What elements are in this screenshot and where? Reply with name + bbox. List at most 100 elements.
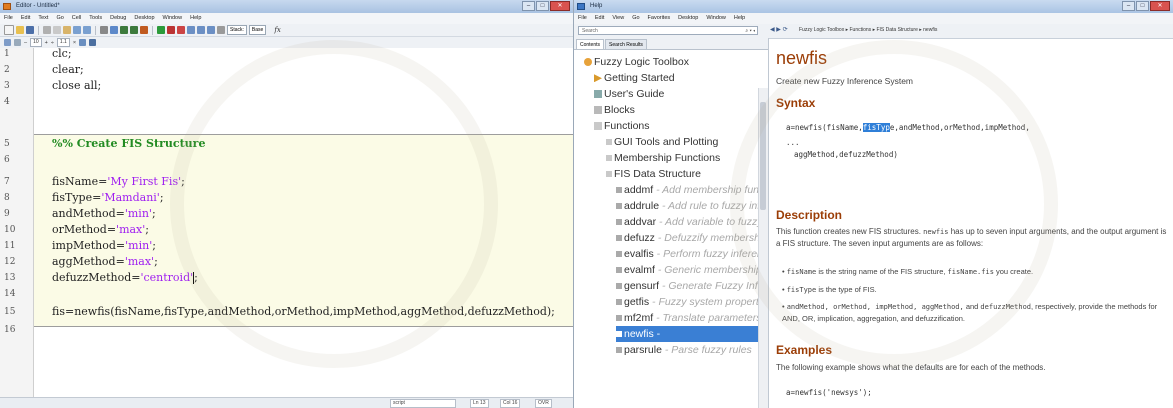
search-icon[interactable]: ⌕ ▾ ◂: [745, 27, 755, 36]
menu-file[interactable]: File: [4, 13, 13, 24]
page-icon: [606, 139, 612, 146]
overwrite-field: OVR: [535, 399, 552, 408]
forward-icon[interactable]: ▶: [776, 27, 781, 33]
refresh-icon[interactable]: ⟳: [783, 27, 788, 33]
tree-item[interactable]: parsrule - Parse fuzzy rules: [616, 342, 752, 358]
tree-item[interactable]: evalfis - Perform fuzzy inference cal: [616, 246, 768, 262]
minimize-button[interactable]: –: [1122, 1, 1135, 11]
fx-icon[interactable]: fx: [274, 26, 281, 34]
menu-desktop[interactable]: Desktop: [678, 13, 698, 24]
menu-go[interactable]: Go: [56, 13, 63, 24]
menu-window[interactable]: Window: [163, 13, 183, 24]
menu-favorites[interactable]: Favorites: [648, 13, 671, 24]
help-icon: [577, 3, 585, 10]
editor-menubar: File Edit Text Go Cell Tools Debug Deskt…: [0, 13, 573, 24]
open-folder-icon[interactable]: [16, 26, 24, 34]
save-icon[interactable]: [26, 26, 34, 34]
back-icon[interactable]: ◀: [770, 27, 775, 33]
play-icon: [594, 74, 602, 83]
tree-item[interactable]: gensurf - Generate Fuzzy Inference: [616, 278, 768, 294]
copy-icon[interactable]: [53, 26, 61, 34]
cell-eval-icon[interactable]: [14, 39, 21, 46]
step-in-icon[interactable]: [197, 26, 205, 34]
tree-item[interactable]: FIS Data Structure: [606, 166, 701, 182]
column-number-field: Col 16: [500, 399, 521, 408]
list-item: • fisType is the type of FIS.: [782, 285, 877, 294]
run-icon[interactable]: [157, 26, 165, 34]
tree-item[interactable]: Membership Functions: [606, 150, 720, 166]
minimize-button[interactable]: –: [522, 1, 535, 11]
tree-item[interactable]: Blocks: [594, 102, 635, 118]
tree-item[interactable]: Fuzzy Logic Toolbox: [584, 54, 689, 70]
menu-text[interactable]: Text: [38, 13, 48, 24]
tree-item[interactable]: mf2mf - Translate parameters betwe: [616, 310, 768, 326]
scrollbar-thumb[interactable]: [760, 102, 766, 210]
cell-divider: [34, 326, 573, 327]
tree-item[interactable]: addvar - Add variable to fuzzy infer: [616, 214, 768, 230]
tree-item[interactable]: evalmf - Generic membership functi: [616, 262, 768, 278]
tree-item-selected[interactable]: newfis -: [616, 326, 758, 342]
tab-contents[interactable]: Contents: [576, 39, 605, 49]
close-button[interactable]: ✕: [1150, 1, 1170, 11]
increment-button[interactable]: +: [45, 40, 48, 46]
function-page-icon: [616, 331, 622, 338]
function-page-icon: [616, 251, 622, 258]
menu-edit[interactable]: Edit: [21, 13, 30, 24]
tab-search-results[interactable]: Search Results: [605, 39, 647, 49]
syntax-line: ...: [786, 138, 800, 147]
stack-select[interactable]: Base: [248, 25, 267, 35]
paste-icon[interactable]: [63, 26, 71, 34]
tree-item[interactable]: getfis - Fuzzy system properties: [616, 294, 768, 310]
undo-icon[interactable]: [73, 26, 81, 34]
tree-item[interactable]: GUI Tools and Plotting: [606, 134, 718, 150]
menu-help[interactable]: Help: [734, 13, 745, 24]
cell-mode-icon[interactable]: [4, 39, 11, 46]
new-file-icon[interactable]: [4, 25, 14, 35]
tree-item[interactable]: Getting Started: [594, 70, 675, 86]
menu-edit[interactable]: Edit: [595, 13, 604, 24]
menu-desktop[interactable]: Desktop: [134, 13, 154, 24]
clear-breakpoints-icon[interactable]: [177, 26, 185, 34]
function-icon: [594, 122, 602, 131]
menu-tools[interactable]: Tools: [89, 13, 102, 24]
menu-file[interactable]: File: [578, 13, 587, 24]
list-item: • andMethod, orMethod, impMethod, aggMet…: [782, 302, 1158, 323]
syntax-heading: Syntax: [776, 96, 816, 110]
forward-icon[interactable]: [130, 26, 138, 34]
tree-scrollbar[interactable]: [758, 88, 768, 408]
font-size-field[interactable]: 10: [30, 38, 42, 47]
multiply-button[interactable]: ×: [73, 40, 76, 46]
help-window: Help – □ ✕ File Edit View Go Favorites D…: [574, 0, 1173, 408]
breakpoint-icon[interactable]: [167, 26, 175, 34]
cell-divider: [34, 134, 573, 135]
menu-go[interactable]: Go: [632, 13, 639, 24]
redo-icon[interactable]: [83, 26, 91, 34]
maximize-button[interactable]: □: [536, 1, 549, 11]
breadcrumb[interactable]: Fuzzy Logic Toolbox ▸ Functions ▸ FIS Da…: [799, 27, 937, 33]
tree-item[interactable]: addrule - Add rule to fuzzy inferenc: [616, 198, 768, 214]
step-out-icon[interactable]: [207, 26, 215, 34]
step-icon[interactable]: [187, 26, 195, 34]
editor-window: Editor - Untitled* – □ ✕ File Edit Text …: [0, 0, 574, 408]
exit-debug-icon[interactable]: [217, 26, 225, 34]
menu-view[interactable]: View: [612, 13, 624, 24]
menu-debug[interactable]: Debug: [110, 13, 126, 24]
menu-window[interactable]: Window: [706, 13, 726, 24]
back-icon[interactable]: [120, 26, 128, 34]
function-icon[interactable]: [140, 26, 148, 34]
close-button[interactable]: ✕: [550, 1, 570, 11]
search-input[interactable]: Search ⌕ ▾ ◂: [578, 26, 758, 35]
cell-run-icon[interactable]: [79, 39, 87, 46]
tree-item[interactable]: defuzz - Defuzzify membership func: [616, 230, 768, 246]
cut-icon[interactable]: [43, 26, 51, 34]
print-icon[interactable]: [100, 26, 108, 34]
tree-item[interactable]: User's Guide: [594, 86, 664, 102]
tree-item[interactable]: addmf - Add membership function t: [616, 182, 768, 198]
find-icon[interactable]: [110, 26, 118, 34]
menu-help[interactable]: Help: [190, 13, 201, 24]
menu-cell[interactable]: Cell: [72, 13, 81, 24]
cell-advance-icon[interactable]: [89, 39, 97, 46]
maximize-button[interactable]: □: [1136, 1, 1149, 11]
tree-item[interactable]: Functions: [594, 118, 650, 134]
code-editor[interactable]: 1 clc; 2 clear; 3 close all; 4 5%% Create F…: [0, 47, 573, 408]
